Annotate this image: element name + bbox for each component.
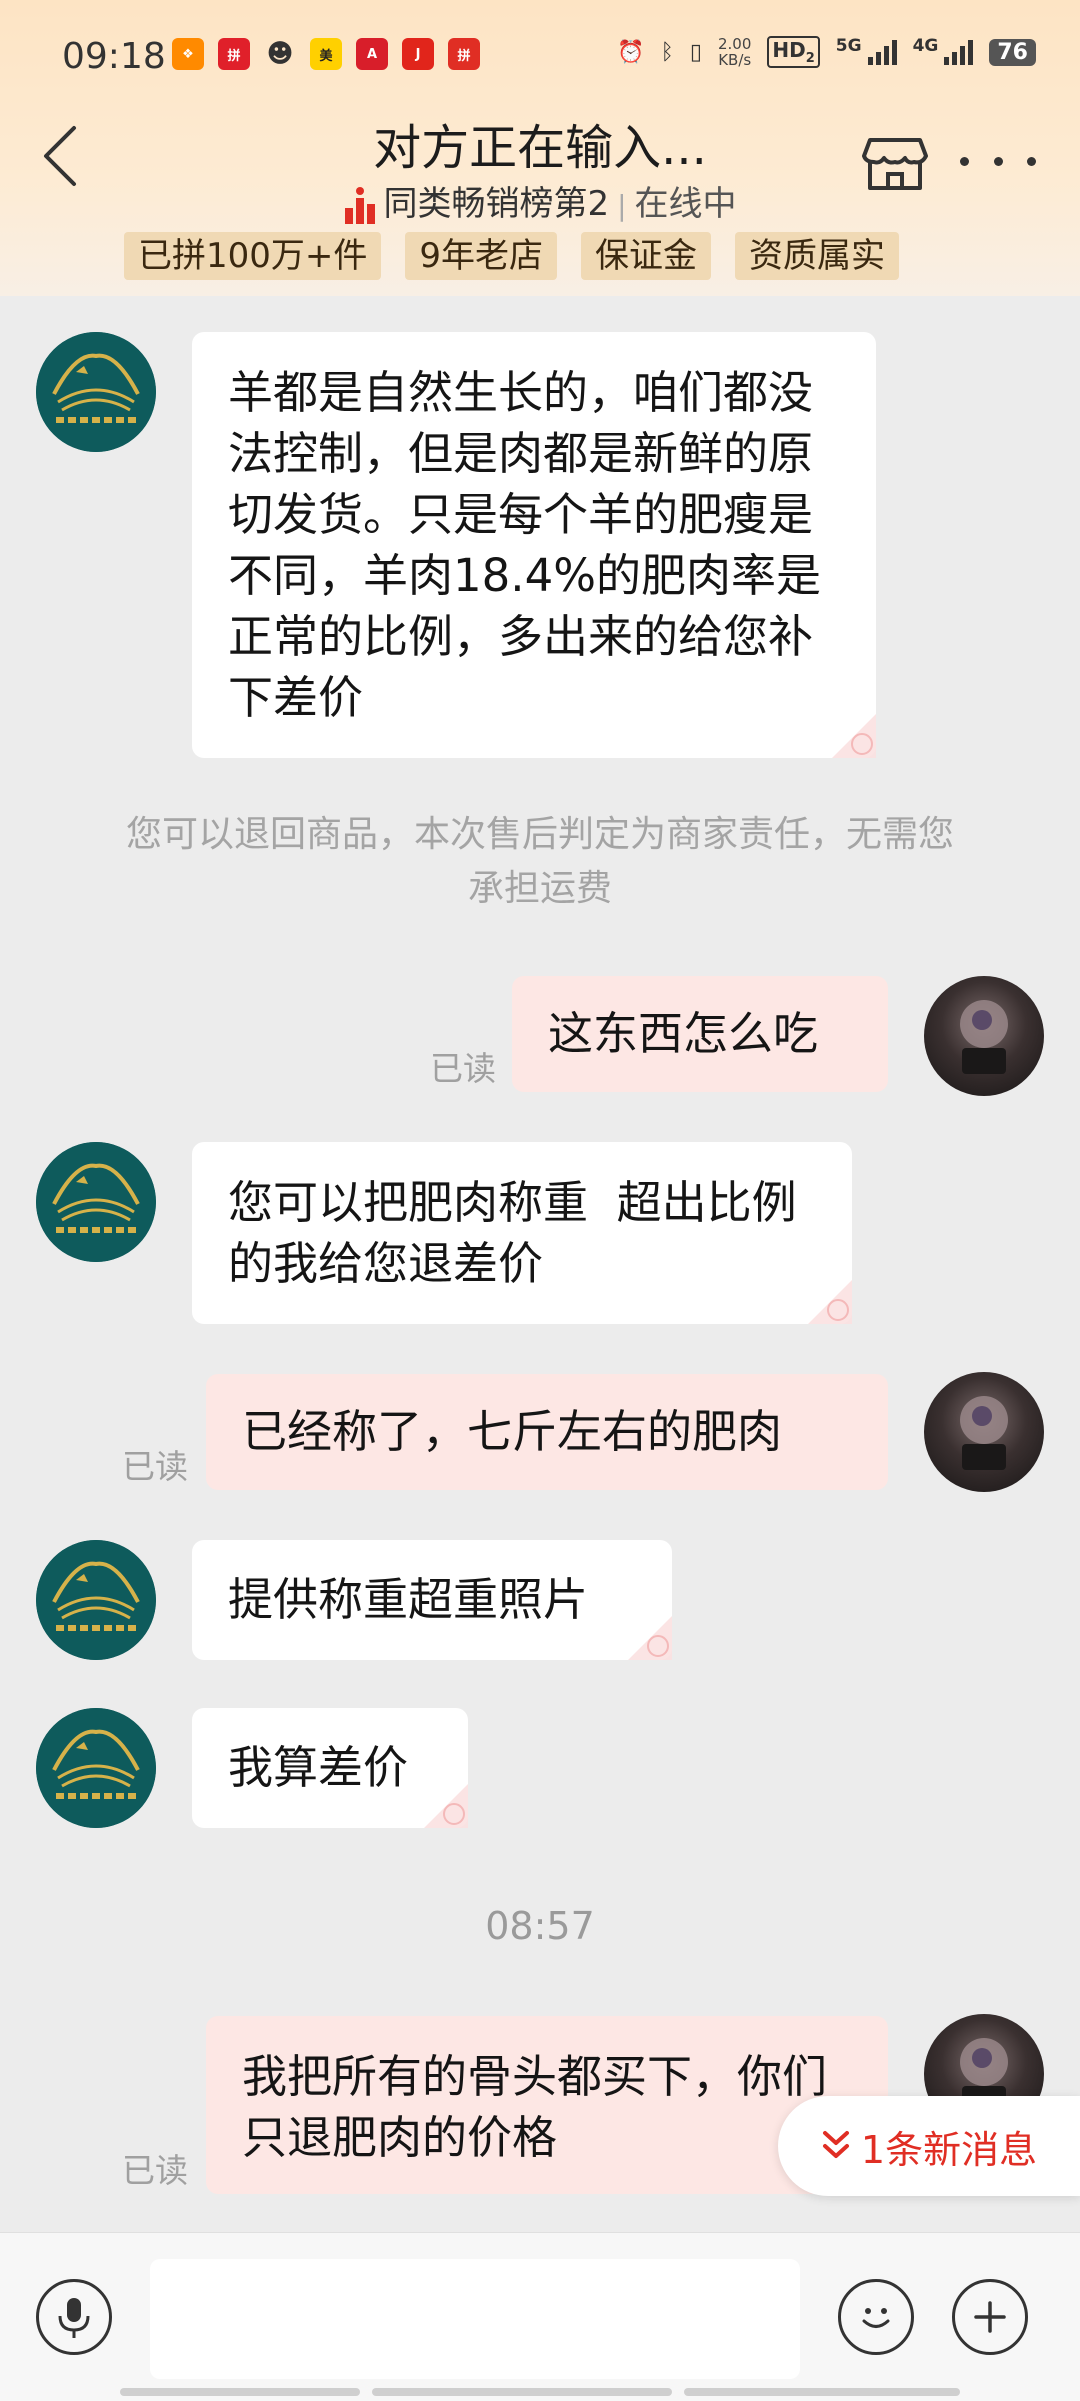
user-avatar[interactable] <box>924 1372 1044 1492</box>
message-bubble-outgoing[interactable]: 这东西怎么吃 <box>512 976 888 1092</box>
rank-chart-icon <box>345 186 376 224</box>
signal-1-icon <box>867 39 897 65</box>
app-icon-red-2: 拼 <box>448 38 480 70</box>
crystal-ball-icon <box>960 1396 1008 1470</box>
notification-icons: ❖ 拼 ☻ 美 A J 拼 <box>172 38 480 70</box>
input-bar <box>0 2232 1080 2401</box>
timestamp: 08:57 <box>485 1904 595 1948</box>
message-text: 羊都是自然生长的，咱们都没法控制，但是肉都是新鲜的原切发货。只是每个羊的肥瘦是不… <box>228 366 821 724</box>
net-speed-unit: KB/s <box>718 51 752 69</box>
badge-sales: 已拼100万+件 <box>124 232 382 280</box>
message-bubble-outgoing[interactable]: 已经称了，七斤左右的肥肉 <box>206 1374 888 1490</box>
gesture-bar-center <box>372 2388 672 2396</box>
crystal-ball-icon <box>960 1000 1008 1074</box>
store-icon <box>862 138 928 190</box>
microphone-icon <box>58 2298 90 2338</box>
status-bar: 09:18 ❖ 拼 ☻ 美 A J 拼 ⏰ ᛒ ▯ 2.00 KB/s HD2 … <box>0 0 1080 118</box>
hd-label: HD <box>772 38 806 62</box>
message-text: 我把所有的骨头都买下，你们只退肥肉的价格 <box>242 2050 828 2164</box>
message-text: 您可以把肥肉称重 超出比例的我给您退差价 <box>228 1176 797 1290</box>
bluetooth-icon: ᛒ <box>660 39 674 65</box>
message-bubble-incoming[interactable]: 提供称重超重照片 <box>192 1540 672 1660</box>
net-speed-value: 2.00 <box>717 35 752 53</box>
smiley-icon <box>862 2308 890 2328</box>
online-status: 在线中 <box>634 184 737 224</box>
jd-icon: J <box>402 38 434 70</box>
battery-icon: 76 <box>989 38 1036 66</box>
message-bubble-incoming[interactable]: 羊都是自然生长的，咱们都没法控制，但是肉都是新鲜的原切发货。只是每个羊的肥瘦是不… <box>192 332 876 758</box>
rank-text[interactable]: 同类畅销榜第2 <box>383 184 609 224</box>
chat-header: 09:18 ❖ 拼 ☻ 美 A J 拼 ⏰ ᛒ ▯ 2.00 KB/s HD2 … <box>0 0 1080 296</box>
message-text: 提供称重超重照片 <box>228 1573 589 1626</box>
new-message-button[interactable]: 1条新消息 <box>778 2096 1080 2196</box>
shop-avatar[interactable] <box>36 1142 156 1262</box>
shop-avatar[interactable] <box>36 1540 156 1660</box>
message-bubble-incoming[interactable]: 我算差价 <box>192 1708 468 1828</box>
system-notice: 您可以退回商品，本次售后判定为商家责任，无需您承担运费 <box>125 814 954 909</box>
message-text: 已经称了，七斤左右的肥肉 <box>242 1405 783 1458</box>
pin-stamp-icon <box>424 1784 468 1828</box>
shop-badges: 已拼100万+件 9年老店 保证金 资质属实 <box>124 232 900 280</box>
hd-sub: 2 <box>805 51 815 66</box>
read-receipt: 已读 <box>122 1447 188 1486</box>
gesture-bar-right <box>684 2388 960 2396</box>
read-receipt: 已读 <box>430 1049 496 1088</box>
badge-deposit: 保证金 <box>581 232 712 280</box>
meituan-icon: 美 <box>310 38 342 70</box>
vibrate-icon: ▯ <box>689 39 702 65</box>
message-text: 我算差价 <box>228 1741 409 1794</box>
signal-2-icon <box>944 39 974 65</box>
sig2-tech: 4G <box>912 36 939 56</box>
divider: | <box>617 189 627 222</box>
double-chevron-down-icon <box>822 2131 849 2158</box>
read-receipt: 已读 <box>122 2151 188 2190</box>
plus-icon <box>974 2301 1006 2333</box>
badge-years: 9年老店 <box>405 232 558 280</box>
app-icon-red: A <box>356 38 388 70</box>
taobao-icon: ❖ <box>172 38 204 70</box>
store-button[interactable] <box>860 126 930 196</box>
shop-logo-icon <box>36 1708 156 1828</box>
pinduoduo-icon: 拼 <box>218 38 250 70</box>
clock: 09:18 <box>62 36 166 77</box>
message-text: 这东西怎么吃 <box>548 1007 819 1060</box>
message-bubble-incoming[interactable]: 您可以把肥肉称重 超出比例的我给您退差价 <box>192 1142 852 1324</box>
hd-icon: HD2 <box>767 36 820 68</box>
shop-avatar[interactable] <box>36 332 156 452</box>
shop-logo-icon <box>36 1142 156 1262</box>
wechat-icon: ☻ <box>266 39 294 69</box>
shop-logo-icon <box>36 1540 156 1660</box>
network-speed: 2.00 KB/s <box>718 36 751 68</box>
user-avatar[interactable] <box>924 976 1044 1096</box>
add-attachment-button[interactable] <box>952 2279 1028 2355</box>
shop-logo-icon <box>36 332 156 452</box>
voice-button[interactable] <box>36 2279 112 2355</box>
alarm-icon: ⏰ <box>617 39 645 65</box>
more-options-button[interactable] <box>960 146 1036 176</box>
message-input[interactable] <box>150 2259 800 2379</box>
pin-stamp-icon <box>808 1280 852 1324</box>
system-icons: ⏰ ᛒ ▯ 2.00 KB/s HD2 5G 4G 76 <box>617 36 1036 68</box>
badge-verified: 资质属实 <box>735 232 900 280</box>
pin-stamp-icon <box>832 714 876 758</box>
pin-stamp-icon <box>628 1616 672 1660</box>
sig1-tech: 5G <box>835 36 862 56</box>
gesture-bar-left <box>120 2388 360 2396</box>
emoji-button[interactable] <box>838 2279 914 2355</box>
new-message-label: 1条新消息 <box>860 2127 1038 2172</box>
shop-avatar[interactable] <box>36 1708 156 1828</box>
